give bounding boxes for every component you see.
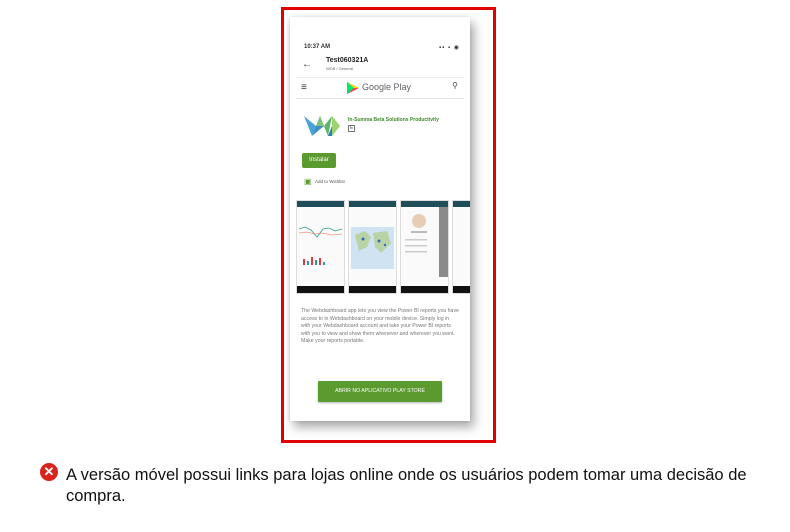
app-header: ← Test060321A WDB / General bbox=[300, 57, 460, 77]
caption-text: A versão móvel possui links para lojas o… bbox=[66, 466, 747, 505]
app-title: Test060321A bbox=[326, 57, 369, 64]
wishlist-icon[interactable]: ▣ bbox=[304, 177, 312, 186]
content-rating-badge: E bbox=[348, 125, 356, 132]
signal-battery-icon: ▪▪ ▪ ◉ bbox=[439, 45, 460, 51]
google-play-logo: Google Play bbox=[346, 81, 416, 95]
phone-screenshot: 10:37 AM ▪▪ ▪ ◉ ← Test060321A WDB / Gene… bbox=[290, 17, 470, 421]
screenshot-nav bbox=[401, 286, 448, 293]
developer-category[interactable]: In-Summa Beta Solutions Productivity bbox=[348, 117, 439, 123]
webdashboard-logo bbox=[304, 116, 340, 136]
status-bar: 10:37 AM ▪▪ ▪ ◉ bbox=[304, 44, 460, 54]
open-play-store-button[interactable]: ABRIR NO APLICATIVO PLAY STORE bbox=[318, 381, 442, 402]
screenshot-2-map bbox=[351, 227, 394, 269]
screenshot-nav bbox=[297, 286, 344, 293]
x-circle-icon: ✕ bbox=[40, 463, 58, 481]
app-screenshot-1[interactable] bbox=[296, 200, 345, 294]
app-description: The Webdashboard app lets you view the P… bbox=[301, 308, 459, 345]
screenshot-1-charts bbox=[298, 226, 343, 265]
app-screenshot-3[interactable] bbox=[400, 200, 449, 294]
install-button[interactable]: Instalar bbox=[302, 153, 336, 168]
back-arrow-icon[interactable]: ← bbox=[302, 59, 312, 70]
store-name: Google Play bbox=[362, 82, 412, 92]
google-play-bar: ≡ Google Play ⚲ bbox=[296, 77, 464, 99]
screenshot-nav bbox=[453, 286, 470, 293]
search-icon[interactable]: ⚲ bbox=[452, 81, 458, 90]
app-screenshot-4[interactable] bbox=[452, 200, 470, 294]
app-subtitle: WDB / General bbox=[326, 66, 353, 71]
screenshot-nav bbox=[349, 286, 396, 293]
screenshot-3-profile bbox=[405, 207, 448, 277]
wishlist-link[interactable]: Add to Wishlist bbox=[315, 179, 345, 184]
play-triangle-icon bbox=[347, 82, 359, 94]
status-time: 10:37 AM bbox=[304, 44, 331, 50]
app-screenshot-2[interactable] bbox=[348, 200, 397, 294]
screenshot-header bbox=[453, 201, 470, 207]
menu-icon[interactable]: ≡ bbox=[301, 82, 307, 93]
